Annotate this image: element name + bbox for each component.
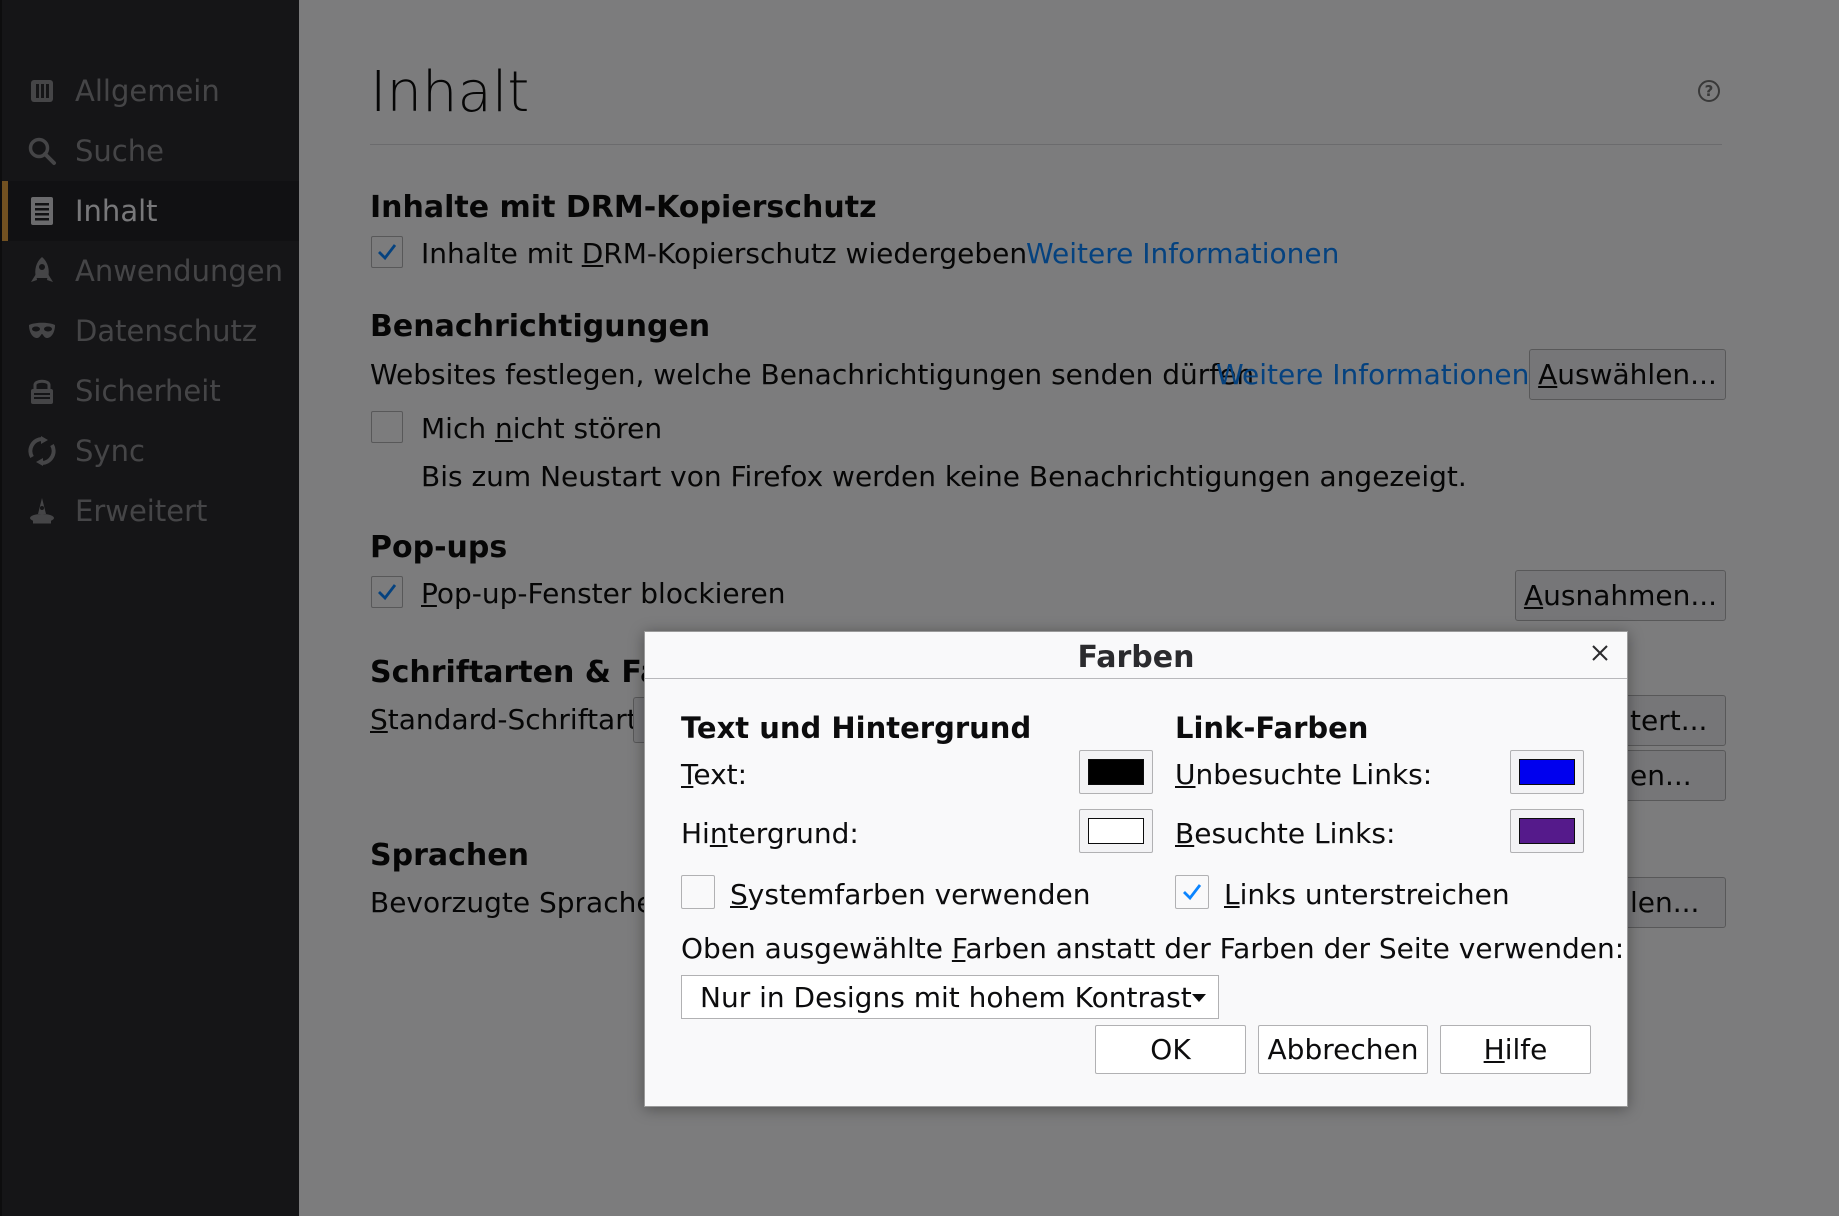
unvisited-links-color-picker[interactable] [1510, 750, 1584, 794]
background-color-swatch [1088, 818, 1144, 844]
text-color-label: Text: [681, 758, 748, 791]
help-button[interactable]: Hilfe [1440, 1025, 1591, 1074]
background-color-picker[interactable] [1079, 809, 1153, 853]
visited-links-color-picker[interactable] [1510, 809, 1584, 853]
ok-button[interactable]: OK [1095, 1025, 1246, 1074]
unvisited-links-label: Unbesuchte Links: [1175, 758, 1433, 791]
dialog-title-bar: Farben [645, 632, 1627, 679]
override-colors-select[interactable]: Nur in Designs mit hohem Kontrast [681, 975, 1219, 1019]
dialog-title: Farben [1077, 640, 1195, 675]
chevron-down-icon [1192, 994, 1206, 1002]
close-icon[interactable] [1589, 642, 1611, 664]
underline-links-checkbox[interactable] [1175, 875, 1209, 909]
cancel-button[interactable]: Abbrechen [1258, 1025, 1428, 1074]
override-colors-label: Oben ausgewählte Farben anstatt der Farb… [681, 932, 1625, 965]
unvisited-links-color-swatch [1519, 759, 1575, 785]
background-color-label: Hintergrund: [681, 817, 859, 850]
link-colors-heading: Link-Farben [1175, 711, 1369, 745]
override-colors-select-value: Nur in Designs mit hohem Kontrast [700, 980, 1192, 1014]
text-background-heading: Text und Hintergrund [681, 711, 1032, 745]
text-color-swatch [1088, 759, 1144, 785]
text-color-picker[interactable] [1079, 750, 1153, 794]
underline-links-label[interactable]: Links unterstreichen [1224, 878, 1510, 911]
use-system-colors-label[interactable]: Systemfarben verwenden [730, 878, 1091, 911]
use-system-colors-checkbox[interactable] [681, 875, 715, 909]
visited-links-label: Besuchte Links: [1175, 817, 1396, 850]
colors-dialog: Farben Text und Hintergrund Text: Hinter… [644, 631, 1628, 1107]
visited-links-color-swatch [1519, 818, 1575, 844]
